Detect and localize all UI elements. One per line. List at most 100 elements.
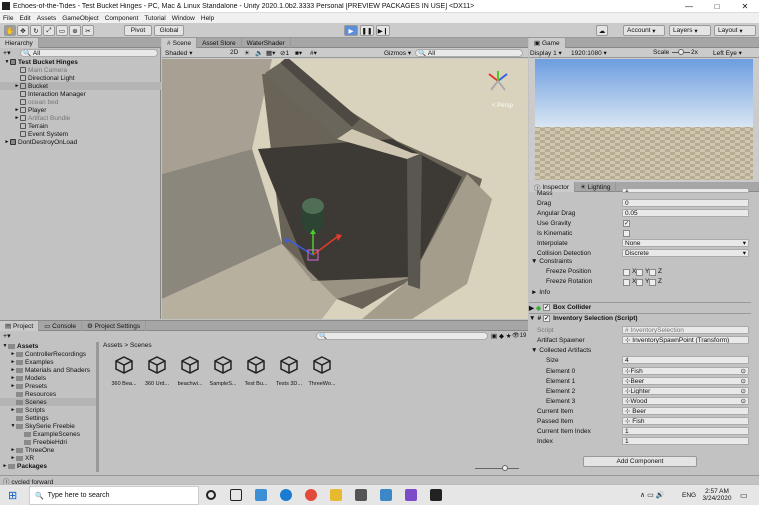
project-search-input[interactable]: 🔍: [316, 332, 488, 340]
hierarchy-row[interactable]: Terrain: [0, 122, 161, 130]
tab-asset-store[interactable]: Asset Store: [197, 38, 242, 48]
scene-asset[interactable]: beachwi...: [174, 356, 206, 387]
file-explorer-icon[interactable]: [330, 489, 342, 501]
pivot-button[interactable]: Pivot: [124, 25, 152, 36]
minimize-button[interactable]: —: [675, 2, 703, 11]
tray-icons[interactable]: ∧ ▭ 🔊: [640, 491, 664, 499]
project-folder-row[interactable]: ▼ Assets: [0, 342, 96, 350]
rect-tool-button[interactable]: ▭: [56, 25, 68, 36]
eye-dropdown[interactable]: Left Eye ▾: [713, 49, 742, 57]
artifact-spawner-field[interactable]: ⊹ InventorySpawnPoint (Transform): [622, 336, 749, 344]
project-folder-row[interactable]: ▼ SkySerie Freebie: [0, 422, 96, 430]
icon-size-slider[interactable]: [475, 468, 519, 469]
tree-splitter[interactable]: [96, 342, 99, 472]
clock[interactable]: 2:57 AM 3/24/2020: [700, 488, 734, 502]
scene-search-input[interactable]: 🔍 All: [415, 49, 523, 57]
store-icon[interactable]: [380, 489, 392, 501]
project-folder-row[interactable]: FreebieHdri: [0, 438, 96, 446]
scene-viewport[interactable]: [162, 59, 528, 319]
tab-project[interactable]: ▤ Project: [0, 321, 40, 331]
rigidbody-checkbox[interactable]: ✓: [623, 220, 630, 227]
menu-file[interactable]: File: [0, 15, 16, 22]
rigidbody-field-value[interactable]: None ▾: [622, 239, 749, 247]
current-item-field[interactable]: ⊹ Beer: [622, 407, 749, 415]
hand-tool-button[interactable]: ✋: [4, 25, 16, 36]
play-button[interactable]: ▶: [344, 25, 358, 36]
scene-asset[interactable]: 360 Bea...: [108, 356, 140, 387]
object-picker-icon[interactable]: ⊙: [741, 398, 748, 404]
hidden-objects-icon[interactable]: ⊘1: [280, 49, 289, 57]
rotate-tool-button[interactable]: ↻: [30, 25, 42, 36]
index-field[interactable]: 1: [622, 437, 749, 445]
rigidbody-field-value[interactable]: 0: [622, 199, 749, 207]
grid-toggle-icon[interactable]: #▾: [310, 49, 317, 57]
inventory-selection-header[interactable]: ▼ # ✓ Inventory Selection (Script): [529, 313, 751, 323]
freeze-rotation-z-checkbox[interactable]: [649, 279, 656, 286]
object-picker-icon[interactable]: ⊙: [741, 388, 748, 394]
close-button[interactable]: ✕: [731, 2, 759, 11]
hierarchy-row[interactable]: Interaction Manager: [0, 90, 161, 98]
freeze-rotation-x-checkbox[interactable]: [623, 279, 630, 286]
maximize-button[interactable]: □: [703, 2, 731, 11]
github-desktop-icon[interactable]: [355, 489, 367, 501]
filter-icons[interactable]: ▣ ◆ ★: [491, 332, 512, 340]
freeze-rotation-y-checkbox[interactable]: [636, 279, 643, 286]
persp-label[interactable]: < Persp: [492, 103, 513, 109]
edge-icon[interactable]: [280, 489, 292, 501]
create-asset-plus-icon[interactable]: +▾: [3, 332, 11, 340]
2d-toggle-button[interactable]: 2D: [230, 49, 238, 56]
hidden-packages-badge[interactable]: 👁19: [512, 332, 526, 339]
visual-studio-icon[interactable]: [405, 489, 417, 501]
audio-toggle-icon[interactable]: 🔈: [255, 49, 263, 57]
project-folder-row[interactable]: ► Examples: [0, 358, 96, 366]
effects-dropdown-icon[interactable]: ▦▾: [266, 49, 275, 57]
element-field[interactable]: ⊹ Beer ⊙: [622, 377, 749, 385]
tab-hierarchy[interactable]: Hierarchy: [0, 38, 39, 48]
rigidbody-field-value[interactable]: 1: [622, 189, 749, 193]
element-field[interactable]: ⊹ Wood ⊙: [622, 397, 749, 405]
scale-slider-thumb[interactable]: [678, 49, 684, 55]
tab-console[interactable]: ▭ Console: [39, 321, 82, 331]
tab-project-settings[interactable]: ⚙ Project Settings: [82, 321, 147, 331]
move-tool-button[interactable]: ✥: [17, 25, 29, 36]
rigidbody-field-value[interactable]: 0.05: [622, 209, 749, 217]
tab-game[interactable]: ▣ Game: [529, 38, 566, 48]
hierarchy-row[interactable]: ► DontDestroyOnLoad: [0, 138, 161, 146]
object-picker-icon[interactable]: ⊙: [741, 368, 748, 374]
project-folder-row[interactable]: ► Presets: [0, 382, 96, 390]
camera-settings-icon[interactable]: ■▾: [295, 49, 302, 57]
game-view[interactable]: [535, 59, 753, 180]
scene-asset[interactable]: ThreeWo...: [306, 356, 338, 387]
freeze-position-z-checkbox[interactable]: [649, 269, 656, 276]
tab-watershader[interactable]: WaterShader: [242, 38, 291, 48]
chrome-icon[interactable]: [305, 489, 317, 501]
project-folder-row[interactable]: Resources: [0, 390, 96, 398]
hierarchy-search-input[interactable]: 🔍 All: [20, 49, 158, 57]
project-folder-row[interactable]: ExampleScenes: [0, 430, 96, 438]
info-foldout[interactable]: ► Info: [531, 289, 550, 296]
element-field[interactable]: ⊹ Lighter ⊙: [622, 387, 749, 395]
resolution-dropdown[interactable]: 1920:1080 ▾: [571, 49, 607, 57]
project-folder-row[interactable]: ► Packages: [0, 462, 96, 470]
menu-component[interactable]: Component: [102, 15, 142, 22]
language-indicator[interactable]: ENG: [682, 492, 696, 499]
rigidbody-field-value[interactable]: Discrete ▾: [622, 249, 749, 257]
constraints-foldout[interactable]: ▼ Constraints: [531, 258, 572, 265]
menu-assets[interactable]: Assets: [34, 15, 60, 22]
menu-tutorial[interactable]: Tutorial: [141, 15, 168, 22]
hierarchy-row[interactable]: Main Camera: [0, 66, 161, 74]
transform-tool-button[interactable]: ⊕: [69, 25, 81, 36]
project-folder-row[interactable]: Scenes: [0, 398, 96, 406]
unity-app-icon[interactable]: [430, 489, 442, 501]
hierarchy-row[interactable]: ► Player: [0, 106, 161, 114]
tab-lighting[interactable]: ☀ Lighting: [575, 182, 617, 192]
icon-size-slider-thumb[interactable]: [502, 465, 508, 471]
scale-tool-button[interactable]: ⤢: [43, 25, 55, 36]
size-field[interactable]: 4: [622, 356, 749, 364]
freeze-position-y-checkbox[interactable]: [636, 269, 643, 276]
scene-asset[interactable]: Test Bu...: [240, 356, 272, 387]
object-picker-icon[interactable]: ⊙: [741, 378, 748, 384]
scene-asset[interactable]: 360 Urd...: [141, 356, 173, 387]
lighting-toggle-icon[interactable]: ☀: [244, 49, 250, 57]
collab-cloud-icon[interactable]: ☁: [596, 25, 608, 36]
